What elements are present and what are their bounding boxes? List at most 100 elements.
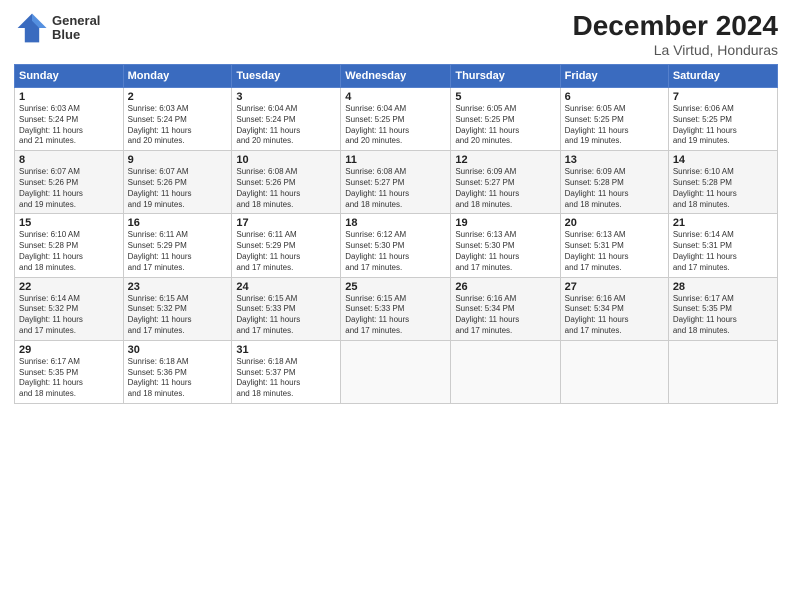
day-cell-12: 12Sunrise: 6:09 AM Sunset: 5:27 PM Dayli… bbox=[451, 151, 560, 214]
day-number: 15 bbox=[19, 217, 119, 229]
day-info: Sunrise: 6:13 AM Sunset: 5:30 PM Dayligh… bbox=[455, 230, 555, 273]
weekday-header-thursday: Thursday bbox=[451, 65, 560, 88]
day-number: 24 bbox=[236, 281, 336, 293]
page: General Blue December 2024 La Virtud, Ho… bbox=[0, 0, 792, 612]
day-cell-13: 13Sunrise: 6:09 AM Sunset: 5:28 PM Dayli… bbox=[560, 151, 668, 214]
empty-cell bbox=[560, 340, 668, 403]
day-number: 27 bbox=[565, 281, 664, 293]
day-number: 19 bbox=[455, 217, 555, 229]
day-cell-25: 25Sunrise: 6:15 AM Sunset: 5:33 PM Dayli… bbox=[341, 277, 451, 340]
day-info: Sunrise: 6:12 AM Sunset: 5:30 PM Dayligh… bbox=[345, 230, 446, 273]
day-number: 7 bbox=[673, 91, 773, 103]
day-info: Sunrise: 6:03 AM Sunset: 5:24 PM Dayligh… bbox=[19, 104, 119, 147]
day-number: 20 bbox=[565, 217, 664, 229]
day-number: 25 bbox=[345, 281, 446, 293]
day-info: Sunrise: 6:17 AM Sunset: 5:35 PM Dayligh… bbox=[673, 294, 773, 337]
day-number: 8 bbox=[19, 154, 119, 166]
header: General Blue December 2024 La Virtud, Ho… bbox=[14, 10, 778, 58]
day-number: 14 bbox=[673, 154, 773, 166]
day-number: 6 bbox=[565, 91, 664, 103]
day-number: 26 bbox=[455, 281, 555, 293]
day-cell-31: 31Sunrise: 6:18 AM Sunset: 5:37 PM Dayli… bbox=[232, 340, 341, 403]
day-info: Sunrise: 6:16 AM Sunset: 5:34 PM Dayligh… bbox=[455, 294, 555, 337]
calendar: SundayMondayTuesdayWednesdayThursdayFrid… bbox=[14, 64, 778, 404]
day-info: Sunrise: 6:06 AM Sunset: 5:25 PM Dayligh… bbox=[673, 104, 773, 147]
day-cell-30: 30Sunrise: 6:18 AM Sunset: 5:36 PM Dayli… bbox=[123, 340, 232, 403]
day-cell-21: 21Sunrise: 6:14 AM Sunset: 5:31 PM Dayli… bbox=[668, 214, 777, 277]
day-cell-23: 23Sunrise: 6:15 AM Sunset: 5:32 PM Dayli… bbox=[123, 277, 232, 340]
day-number: 1 bbox=[19, 91, 119, 103]
week-row-3: 15Sunrise: 6:10 AM Sunset: 5:28 PM Dayli… bbox=[15, 214, 778, 277]
logo-text: General Blue bbox=[52, 14, 100, 43]
day-cell-8: 8Sunrise: 6:07 AM Sunset: 5:26 PM Daylig… bbox=[15, 151, 124, 214]
weekday-header-friday: Friday bbox=[560, 65, 668, 88]
day-number: 13 bbox=[565, 154, 664, 166]
day-info: Sunrise: 6:11 AM Sunset: 5:29 PM Dayligh… bbox=[236, 230, 336, 273]
logo-line2: Blue bbox=[52, 28, 100, 42]
day-info: Sunrise: 6:10 AM Sunset: 5:28 PM Dayligh… bbox=[19, 230, 119, 273]
day-cell-27: 27Sunrise: 6:16 AM Sunset: 5:34 PM Dayli… bbox=[560, 277, 668, 340]
day-number: 21 bbox=[673, 217, 773, 229]
weekday-header-wednesday: Wednesday bbox=[341, 65, 451, 88]
day-cell-19: 19Sunrise: 6:13 AM Sunset: 5:30 PM Dayli… bbox=[451, 214, 560, 277]
day-number: 11 bbox=[345, 154, 446, 166]
day-cell-18: 18Sunrise: 6:12 AM Sunset: 5:30 PM Dayli… bbox=[341, 214, 451, 277]
day-info: Sunrise: 6:15 AM Sunset: 5:32 PM Dayligh… bbox=[128, 294, 228, 337]
weekday-header-saturday: Saturday bbox=[668, 65, 777, 88]
day-cell-3: 3Sunrise: 6:04 AM Sunset: 5:24 PM Daylig… bbox=[232, 88, 341, 151]
day-info: Sunrise: 6:17 AM Sunset: 5:35 PM Dayligh… bbox=[19, 357, 119, 400]
day-cell-11: 11Sunrise: 6:08 AM Sunset: 5:27 PM Dayli… bbox=[341, 151, 451, 214]
week-row-2: 8 Sunrise: 6:07 AM Sunset: 5:26 PM Daylig… bbox=[15, 151, 778, 214]
weekday-header-tuesday: Tuesday bbox=[232, 65, 341, 88]
day-number: 9 bbox=[128, 154, 228, 166]
day-number: 4 bbox=[345, 91, 446, 103]
logo: General Blue bbox=[14, 10, 100, 46]
day-cell-17: 17Sunrise: 6:11 AM Sunset: 5:29 PM Dayli… bbox=[232, 214, 341, 277]
logo-line1: General bbox=[52, 14, 100, 28]
day-number: 5 bbox=[455, 91, 555, 103]
day-cell-26: 26Sunrise: 6:16 AM Sunset: 5:34 PM Dayli… bbox=[451, 277, 560, 340]
title-block: December 2024 La Virtud, Honduras bbox=[573, 10, 778, 58]
day-info: Sunrise: 6:10 AM Sunset: 5:28 PM Dayligh… bbox=[673, 167, 773, 210]
day-info: Sunrise: 6:16 AM Sunset: 5:34 PM Dayligh… bbox=[565, 294, 664, 337]
main-title: December 2024 bbox=[573, 10, 778, 42]
week-row-1: 1Sunrise: 6:03 AM Sunset: 5:24 PM Daylig… bbox=[15, 88, 778, 151]
day-cell-7: 7Sunrise: 6:06 AM Sunset: 5:25 PM Daylig… bbox=[668, 88, 777, 151]
day-number: 10 bbox=[236, 154, 336, 166]
day-info: Sunrise: 6:09 AM Sunset: 5:28 PM Dayligh… bbox=[565, 167, 664, 210]
day-info: Sunrise: 6:04 AM Sunset: 5:24 PM Dayligh… bbox=[236, 104, 336, 147]
logo-icon bbox=[14, 10, 50, 46]
day-number: 17 bbox=[236, 217, 336, 229]
day-cell-15: 15Sunrise: 6:10 AM Sunset: 5:28 PM Dayli… bbox=[15, 214, 124, 277]
day-number: 31 bbox=[236, 344, 336, 356]
day-cell-1: 1Sunrise: 6:03 AM Sunset: 5:24 PM Daylig… bbox=[15, 88, 124, 151]
week-row-4: 22Sunrise: 6:14 AM Sunset: 5:32 PM Dayli… bbox=[15, 277, 778, 340]
day-number: 16 bbox=[128, 217, 228, 229]
day-cell-14: 14Sunrise: 6:10 AM Sunset: 5:28 PM Dayli… bbox=[668, 151, 777, 214]
day-info: Sunrise: 6:07 AM Sunset: 5:26 PM Dayligh… bbox=[128, 167, 228, 210]
day-number: 18 bbox=[345, 217, 446, 229]
day-number: 2 bbox=[128, 91, 228, 103]
day-number: 3 bbox=[236, 91, 336, 103]
day-cell-10: 10Sunrise: 6:08 AM Sunset: 5:26 PM Dayli… bbox=[232, 151, 341, 214]
day-info: Sunrise: 6:11 AM Sunset: 5:29 PM Dayligh… bbox=[128, 230, 228, 273]
day-number: 29 bbox=[19, 344, 119, 356]
day-cell-24: 24Sunrise: 6:15 AM Sunset: 5:33 PM Dayli… bbox=[232, 277, 341, 340]
day-info: Sunrise: 6:15 AM Sunset: 5:33 PM Dayligh… bbox=[345, 294, 446, 337]
weekday-header-monday: Monday bbox=[123, 65, 232, 88]
day-cell-9: 9Sunrise: 6:07 AM Sunset: 5:26 PM Daylig… bbox=[123, 151, 232, 214]
day-cell-16: 16Sunrise: 6:11 AM Sunset: 5:29 PM Dayli… bbox=[123, 214, 232, 277]
empty-cell bbox=[341, 340, 451, 403]
day-info: Sunrise: 6:05 AM Sunset: 5:25 PM Dayligh… bbox=[455, 104, 555, 147]
day-cell-20: 20Sunrise: 6:13 AM Sunset: 5:31 PM Dayli… bbox=[560, 214, 668, 277]
empty-cell bbox=[668, 340, 777, 403]
day-cell-4: 4Sunrise: 6:04 AM Sunset: 5:25 PM Daylig… bbox=[341, 88, 451, 151]
week-row-5: 29Sunrise: 6:17 AM Sunset: 5:35 PM Dayli… bbox=[15, 340, 778, 403]
day-info: Sunrise: 6:08 AM Sunset: 5:27 PM Dayligh… bbox=[345, 167, 446, 210]
day-number: 12 bbox=[455, 154, 555, 166]
day-info: Sunrise: 6:04 AM Sunset: 5:25 PM Dayligh… bbox=[345, 104, 446, 147]
day-info: Sunrise: 6:13 AM Sunset: 5:31 PM Dayligh… bbox=[565, 230, 664, 273]
day-number: 22 bbox=[19, 281, 119, 293]
day-info: Sunrise: 6:18 AM Sunset: 5:36 PM Dayligh… bbox=[128, 357, 228, 400]
day-number: 23 bbox=[128, 281, 228, 293]
